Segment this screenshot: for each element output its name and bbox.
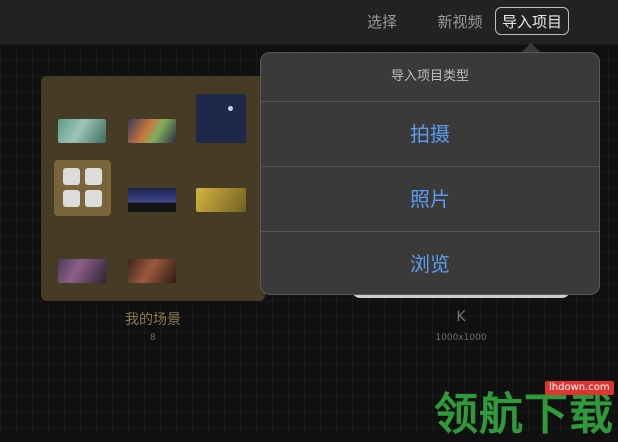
grid-square	[63, 168, 80, 185]
moon-dot	[228, 106, 233, 111]
scene-thumbnail[interactable]	[128, 259, 176, 283]
photos-option[interactable]: 照片	[261, 166, 599, 231]
scene-thumbnail[interactable]	[196, 94, 246, 143]
capture-option[interactable]: 拍摄	[261, 101, 599, 166]
project-resolution: 1000x1000	[435, 333, 487, 343]
grid-square	[85, 190, 102, 207]
scene-thumbnail[interactable]	[128, 188, 176, 212]
browse-option[interactable]: 浏览	[261, 231, 599, 294]
select-button[interactable]: 选择	[362, 9, 402, 35]
grid-square	[63, 190, 80, 207]
project-title: 我的场景	[125, 312, 181, 328]
grid-square	[85, 168, 102, 185]
project-count: 8	[150, 333, 156, 343]
top-toolbar: 选择 新视频 导入项目	[0, 0, 618, 44]
project-title: K	[456, 309, 466, 325]
import-project-button[interactable]: 导入项目	[495, 7, 569, 35]
watermark-url: lhdown.com	[545, 381, 614, 395]
scene-thumbnail[interactable]	[58, 119, 106, 143]
scene-thumbnail[interactable]	[196, 188, 246, 212]
import-type-popover: 导入项目类型 拍摄 照片 浏览	[260, 52, 600, 295]
scenes-grid-icon[interactable]	[54, 160, 111, 216]
scene-thumbnail[interactable]	[58, 259, 106, 283]
scene-thumbnail[interactable]	[128, 119, 176, 143]
project-folder-card[interactable]	[41, 76, 265, 301]
popover-title: 导入项目类型	[390, 69, 469, 84]
new-video-button[interactable]: 新视频	[432, 9, 488, 35]
